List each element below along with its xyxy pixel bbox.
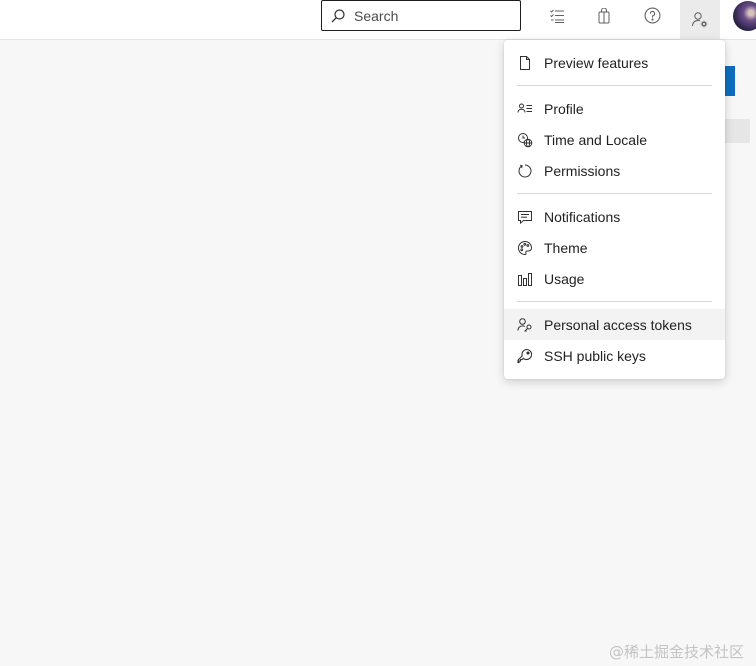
menu-item-time-and-locale[interactable]: Time and Locale [504,124,725,155]
menu-divider [517,85,712,86]
user-settings-menu: Preview features Profile Time and Locale [504,40,725,379]
task-list-icon[interactable] [537,0,577,31]
bar-chart-icon [516,270,534,288]
user-key-icon [516,316,534,334]
avatar[interactable] [733,1,756,31]
profile-icon [516,100,534,118]
panel-edge [722,119,750,143]
search-box[interactable]: Search [321,0,521,31]
refresh-circle-icon [516,162,534,180]
menu-item-notifications[interactable]: Notifications [504,201,725,232]
shopping-bag-icon[interactable] [584,0,624,31]
menu-divider [517,301,712,302]
top-bar: Search [0,0,756,40]
menu-item-ssh-public-keys[interactable]: SSH public keys [504,340,725,371]
help-icon[interactable] [632,0,672,31]
menu-item-permissions[interactable]: Permissions [504,155,725,186]
key-icon [516,347,534,365]
menu-item-personal-access-tokens[interactable]: Personal access tokens [504,309,725,340]
comment-icon [516,208,534,226]
menu-item-profile[interactable]: Profile [504,93,725,124]
search-icon [330,8,346,24]
menu-divider [517,193,712,194]
globe-clock-icon [516,131,534,149]
document-icon [516,54,534,72]
palette-icon [516,239,534,257]
search-input[interactable]: Search [354,8,398,24]
menu-item-preview-features[interactable]: Preview features [504,47,725,78]
watermark: @稀土掘金技术社区 [609,643,745,661]
user-settings-icon[interactable] [680,0,720,40]
menu-item-theme[interactable]: Theme [504,232,725,263]
menu-item-usage[interactable]: Usage [504,263,725,294]
